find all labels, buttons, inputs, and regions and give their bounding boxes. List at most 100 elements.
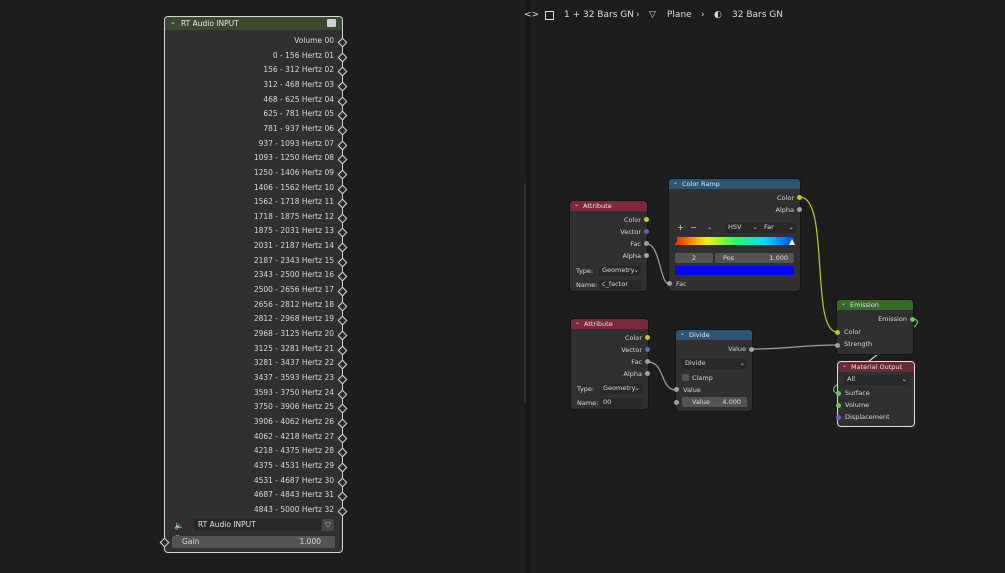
value-socket[interactable]	[749, 347, 754, 352]
surface-socket[interactable]	[836, 391, 841, 396]
attribute-node-2[interactable]: ⌄ Attribute Color Vector Fac Alpha Type:…	[571, 319, 650, 409]
operation-value: Divide	[685, 359, 706, 367]
node-header[interactable]: ⌄ Material Output	[838, 362, 914, 372]
output-vector: Vector	[621, 346, 642, 354]
type-label: Type:	[576, 267, 594, 275]
fac-input-socket[interactable]	[667, 281, 672, 286]
name-field[interactable]: c_factor	[599, 280, 641, 290]
link-emission-to-output	[867, 353, 879, 363]
output-vector: Vector	[620, 228, 641, 236]
operation-dropdown[interactable]: Divide ⌄	[682, 359, 747, 369]
volume-socket[interactable]	[836, 403, 841, 408]
chevron-down-icon: ⌄	[788, 223, 794, 231]
output-emission: Emission	[878, 315, 907, 323]
node-header[interactable]: ⌄ Emission	[837, 300, 913, 310]
fac-socket[interactable]	[645, 359, 650, 364]
color-ramp-node[interactable]: ⌄ Color Ramp Color Alpha + − ⌄ HSV ⌄ Far…	[667, 179, 802, 291]
divide-node[interactable]: ⌄ Divide Value Divide ⌄ Clamp Value Valu…	[674, 330, 754, 411]
interpolation-dropdown[interactable]: Far ⌄	[761, 223, 796, 233]
chevron-down-icon[interactable]: ⌄	[707, 223, 712, 231]
input-displacement: Displacement	[845, 413, 890, 421]
collapse-chevron-icon[interactable]: ⌄	[574, 201, 579, 208]
fac-socket[interactable]	[644, 241, 649, 246]
material-output-node[interactable]: ⌄ Material Output All ⌄ Surface Volume D…	[836, 362, 914, 426]
pos-label: Pos	[723, 254, 735, 262]
type-value: Geometry	[603, 384, 636, 392]
chevron-down-icon: ⌄	[739, 359, 745, 367]
output-alpha: Alpha	[775, 206, 794, 214]
color-socket[interactable]	[797, 195, 802, 200]
collapse-chevron-icon[interactable]: ⌄	[842, 362, 847, 369]
collapse-chevron-icon[interactable]: ⌄	[673, 179, 678, 186]
clamp-checkbox[interactable]	[682, 374, 689, 381]
input-color: Color	[844, 328, 861, 336]
pos-value: 1.000	[769, 254, 788, 262]
alpha-socket[interactable]	[797, 207, 802, 212]
color-ramp-gradient[interactable]	[677, 237, 794, 245]
alpha-socket[interactable]	[644, 253, 649, 258]
emission-node[interactable]: ⌄ Emission Emission Color Strength	[835, 300, 915, 354]
clamp-label: Clamp	[692, 374, 713, 382]
node-title: Attribute	[584, 320, 613, 328]
vector-socket[interactable]	[645, 347, 650, 352]
node-title: Material Output	[851, 363, 903, 371]
input-volume: Volume	[845, 401, 870, 409]
type-value: Geometry	[602, 266, 635, 274]
node-title: Attribute	[583, 202, 612, 210]
displacement-socket[interactable]	[836, 415, 841, 420]
node-header[interactable]: ⌄ Attribute	[571, 319, 648, 329]
link-ramp-to-emission	[799, 196, 838, 333]
color-socket[interactable]	[644, 217, 649, 222]
node-header[interactable]: ⌄ Divide	[676, 330, 752, 340]
chevron-down-icon: ⌄	[634, 384, 640, 392]
stop-color-swatch[interactable]	[675, 266, 794, 275]
emission-socket[interactable]	[910, 317, 915, 322]
name-label: Name:	[576, 281, 598, 289]
output-fac: Fac	[630, 240, 641, 248]
node-header[interactable]: ⌄ Attribute	[570, 201, 647, 211]
name-field[interactable]: 00	[600, 398, 642, 408]
color-input-socket[interactable]	[835, 330, 840, 335]
node-title: Color Ramp	[682, 180, 720, 188]
node-title: Emission	[850, 301, 879, 309]
alpha-socket[interactable]	[645, 371, 650, 376]
node-links	[646, 196, 919, 394]
input-fac: Fac	[676, 280, 687, 288]
chevron-down-icon: ⌄	[901, 375, 907, 383]
color-mode-dropdown[interactable]: HSV ⌄	[725, 223, 760, 233]
remove-stop-icon[interactable]: −	[690, 223, 697, 232]
value-input-socket[interactable]	[674, 387, 679, 392]
collapse-chevron-icon[interactable]: ⌄	[841, 300, 846, 307]
output-color: Color	[625, 334, 642, 342]
output-alpha: Alpha	[623, 370, 642, 378]
color-mode-value: HSV	[728, 223, 742, 231]
chevron-down-icon: ⌄	[752, 223, 758, 231]
chevron-down-icon: ⌄	[633, 266, 639, 274]
name-label: Name:	[577, 399, 599, 407]
output-color: Color	[777, 194, 794, 202]
node-title: Divide	[689, 331, 710, 339]
target-dropdown[interactable]: All ⌄	[844, 375, 909, 385]
add-stop-icon[interactable]: +	[677, 223, 684, 232]
link-fac-to-ramp	[646, 243, 670, 285]
strength-input-socket[interactable]	[835, 343, 840, 348]
link-divide-to-strength	[751, 344, 838, 350]
vector-socket[interactable]	[644, 229, 649, 234]
type-dropdown[interactable]: Geometry ⌄	[599, 266, 641, 276]
node-header[interactable]: ⌄ Color Ramp	[669, 179, 800, 189]
value-field[interactable]: Value 4.000	[682, 397, 747, 407]
input-strength: Strength	[844, 340, 873, 348]
value-field-label: Value	[692, 398, 710, 406]
type-label: Type:	[577, 385, 595, 393]
attribute-node-1[interactable]: ⌄ Attribute Color Vector Fac Alpha Type:…	[570, 201, 649, 291]
color-socket[interactable]	[645, 335, 650, 340]
stop-marker-end[interactable]	[789, 239, 795, 245]
stop-marker-start[interactable]	[675, 239, 681, 245]
collapse-chevron-icon[interactable]: ⌄	[575, 319, 580, 326]
stop-index-field[interactable]: 2	[675, 253, 713, 263]
target-value: All	[847, 375, 856, 383]
value-input-socket-2[interactable]	[674, 400, 679, 405]
collapse-chevron-icon[interactable]: ⌄	[680, 330, 685, 337]
type-dropdown[interactable]: Geometry ⌄	[600, 384, 642, 394]
stop-position-field[interactable]: Pos 1.000	[715, 253, 794, 263]
